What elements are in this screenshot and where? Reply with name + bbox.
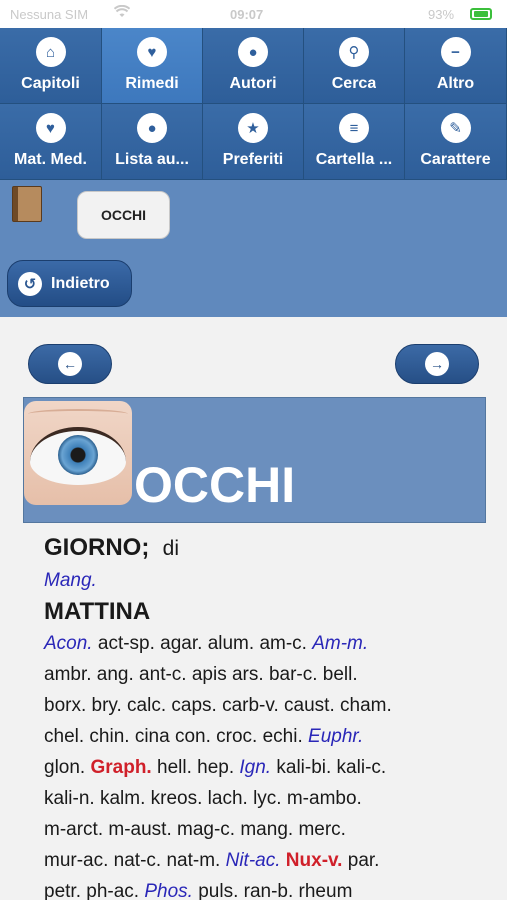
remedy-list: Acon. act-sp. agar. alum. am-c. Am-m. amb… <box>44 628 492 900</box>
menu-autori[interactable]: ● Autori <box>203 28 304 104</box>
carrier-label: Nessuna SIM <box>10 7 89 22</box>
search-icon: ⚲ <box>339 37 369 67</box>
status-bar: Nessuna SIM 09:07 93% <box>0 0 507 28</box>
menu-lista-autori[interactable]: ● Lista au... <box>102 104 203 180</box>
user-icon: ● <box>238 37 268 67</box>
rubric-heading: GIORNO; di <box>44 532 492 565</box>
menu-label: Capitoli <box>21 75 80 92</box>
battery-percent: 93% <box>428 7 455 22</box>
remedy-link[interactable]: Phos. <box>144 881 193 900</box>
rubric-title: GIORNO; <box>44 534 150 561</box>
remedy-line: ambr. ang. ant-c. apis ars. bar-c. bell. <box>44 659 492 690</box>
pencil-icon: ✎ <box>440 113 471 143</box>
menu-mat-med[interactable]: ♥ Mat. Med. <box>0 104 102 180</box>
arrow-left-icon: ← <box>58 352 82 376</box>
user-icon: ● <box>137 113 167 143</box>
chapter-banner: OCCHI <box>23 397 486 523</box>
remedy-line: Acon. act-sp. agar. alum. am-c. Am-m. <box>44 628 492 659</box>
remedy-text: glon. <box>44 757 91 778</box>
remedy-link[interactable]: Nit-ac. <box>226 850 281 871</box>
rubric-suffix: di <box>162 537 180 560</box>
menu-rimedi[interactable]: ♥ Rimedi <box>102 28 203 104</box>
remedy-text: act-sp. agar. alum. am-c. <box>92 633 313 654</box>
remedy-line: chel. chin. cina con. croc. echi. Euphr. <box>44 721 492 752</box>
remedy-line: borx. bry. calc. caps. carb-v. caust. ch… <box>44 690 492 721</box>
remedy-line: glon. Graph. hell. hep. Ign. kali-bi. ka… <box>44 752 492 783</box>
next-button[interactable]: → <box>395 344 479 384</box>
menu-cartella[interactable]: ≡ Cartella ... <box>304 104 405 180</box>
remedy-link-strong[interactable]: Graph. <box>90 757 151 778</box>
menu-label: Carattere <box>420 151 491 168</box>
minus-icon: − <box>440 37 471 67</box>
remedy-link[interactable]: Euphr. <box>308 726 363 747</box>
menu-label: Mat. Med. <box>14 151 87 168</box>
menu-label: Cerca <box>331 75 377 92</box>
book-icon[interactable] <box>12 186 42 222</box>
remedy-link[interactable]: Am-m. <box>312 633 368 654</box>
back-button[interactable]: ↺ Indietro <box>7 260 132 307</box>
menu-cerca[interactable]: ⚲ Cerca <box>304 28 405 104</box>
menu-label: Lista au... <box>115 151 189 168</box>
menu-label: Preferiti <box>222 151 284 168</box>
remedy-text: puls. ran-b. rheum <box>192 881 353 900</box>
chapter-chip[interactable]: OCCHI <box>77 191 170 239</box>
remedy-text: m-arct. m-aust. mag-c. mang. merc. <box>44 819 346 840</box>
remedy-text: petr. ph-ac. <box>44 881 145 900</box>
repertory-content: GIORNO; di Mang. MATTINA Acon. act-sp. a… <box>44 532 492 900</box>
subrubric-heading: MATTINA <box>44 598 151 625</box>
remedy-line: kali-n. kalm. kreos. lach. lyc. m-ambo. <box>44 783 492 814</box>
remedy-text: ambr. ang. ant-c. apis ars. bar-c. bell. <box>44 664 358 685</box>
remedy-text: kali-bi. kali-c. <box>271 757 387 778</box>
heart-icon: ♥ <box>137 37 167 67</box>
remedy-link[interactable]: Acon. <box>44 633 93 654</box>
remedy-text: hell. hep. <box>151 757 240 778</box>
previous-button[interactable]: ← <box>28 344 112 384</box>
heart-icon: ♥ <box>35 113 66 143</box>
arrow-right-icon: → <box>425 352 449 376</box>
home-icon: ⌂ <box>35 37 66 67</box>
menu-preferiti[interactable]: ★ Preferiti <box>203 104 304 180</box>
menu-capitoli[interactable]: ⌂ Capitoli <box>0 28 102 104</box>
remedy-text: borx. bry. calc. caps. carb-v. caust. ch… <box>44 695 392 716</box>
remedy-line: mur-ac. nat-c. nat-m. Nit-ac. Nux-v. par… <box>44 845 492 876</box>
list-icon: ≡ <box>339 113 369 143</box>
banner-title: OCCHI <box>134 457 296 513</box>
remedy-link-strong[interactable]: Nux-v. <box>286 850 343 871</box>
back-icon: ↺ <box>18 271 42 296</box>
menu-label: Cartella ... <box>315 151 393 168</box>
menu-label: Altro <box>436 75 475 92</box>
menu-label: Rimedi <box>125 75 179 92</box>
remedy-line: m-arct. m-aust. mag-c. mang. merc. <box>44 814 492 845</box>
clock-time: 09:07 <box>230 7 264 22</box>
remedy-text: chel. chin. cina con. croc. echi. <box>44 726 309 747</box>
wifi-icon <box>113 4 131 22</box>
main-menu: ⌂ Capitoli ♥ Rimedi ● Autori ⚲ Cerca − A… <box>0 28 507 180</box>
star-icon: ★ <box>238 113 268 143</box>
remedy-link[interactable]: Mang. <box>44 565 492 596</box>
menu-altro[interactable]: − Altro <box>405 28 507 104</box>
remedy-text: kali-n. kalm. kreos. lach. lyc. m-ambo. <box>44 788 362 809</box>
battery-icon <box>470 8 492 20</box>
remedy-text: par. <box>342 850 380 871</box>
remedy-link[interactable]: Ign. <box>239 757 271 778</box>
eye-image <box>24 401 132 505</box>
remedy-text: mur-ac. nat-c. nat-m. <box>44 850 226 871</box>
menu-label: Autori <box>229 75 277 92</box>
back-label: Indietro <box>51 274 110 292</box>
menu-carattere[interactable]: ✎ Carattere <box>405 104 507 180</box>
remedy-line: petr. ph-ac. Phos. puls. ran-b. rheum <box>44 876 492 900</box>
